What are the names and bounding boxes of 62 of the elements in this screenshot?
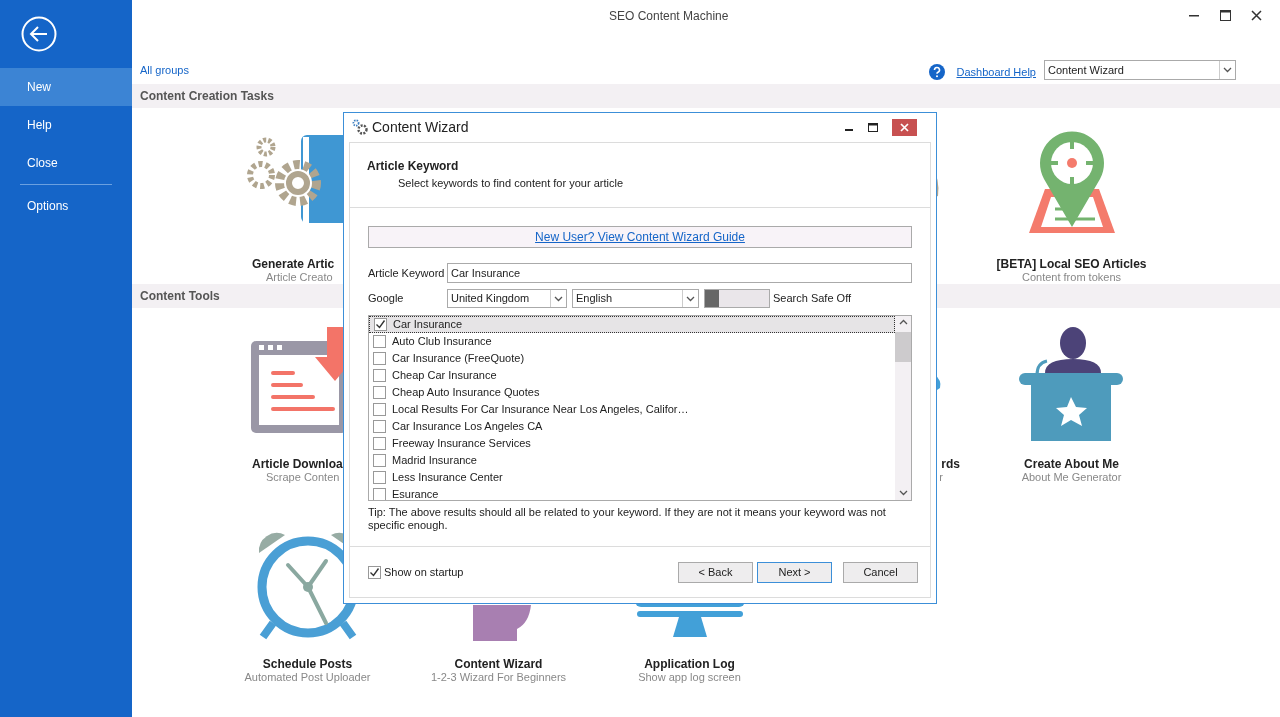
step-heading: Article Keyword <box>367 159 460 173</box>
list-item[interactable]: Car Insurance Los Angeles CA <box>369 418 895 435</box>
list-item[interactable]: Car Insurance (FreeQuote) <box>369 350 895 367</box>
sidebar-item[interactable]: New <box>0 68 132 106</box>
tile-subtitle: Article Creato <box>266 271 333 284</box>
tip-text: Tip: The above results should all be related to your keyword. If they are not it means your keyword was not specific enough. <box>368 506 887 532</box>
list-item[interactable]: Car Insurance <box>369 316 895 333</box>
tile-title[interactable]: Create About Me <box>1024 457 1119 471</box>
list-item[interactable]: Madrid Insurance <box>369 452 895 469</box>
dialog-button[interactable]: Next > <box>757 561 832 583</box>
tile-subtitle: Show app log screen <box>638 671 741 684</box>
list-item-label: Cheap Auto Insurance Quotes <box>392 385 540 401</box>
tile-title[interactable]: Generate Artic <box>252 257 335 271</box>
toggle-label: Search Safe Off <box>773 291 852 307</box>
list-item-label: Car Insurance <box>393 317 463 333</box>
dashboard-help-link[interactable]: Dashboard Help <box>956 63 1036 80</box>
list-item[interactable]: Cheap Auto Insurance Quotes <box>369 384 895 401</box>
tile-title[interactable]: Application Log <box>644 657 735 671</box>
tile-title[interactable]: Schedule Posts <box>262 657 353 671</box>
sidebar-item[interactable]: Help <box>0 106 132 144</box>
section-header: Content Creation Tasks <box>132 84 1280 108</box>
list-item[interactable]: Local Results For Car Insurance Near Los Angeles, Califor… <box>369 401 895 418</box>
keyword-field[interactable]: Car Insurance <box>447 263 912 283</box>
tile-subtitle: r <box>939 471 943 484</box>
tile-subtitle: About Me Generator <box>1021 471 1122 484</box>
guide-link[interactable]: New User? View Content Wizard Guide <box>535 228 745 246</box>
list-item[interactable]: Auto Club Insurance <box>369 333 895 350</box>
field-label: Article Keyword <box>368 265 446 281</box>
tile-title[interactable]: rds <box>941 457 960 471</box>
all-groups-link[interactable]: All groups <box>140 61 189 78</box>
dialog-button[interactable]: < Back <box>678 561 753 583</box>
list-item[interactable]: Esurance <box>369 486 895 500</box>
list-item-label: Cheap Car Insurance <box>392 368 497 384</box>
tile-title[interactable]: [BETA] Local SEO Articles <box>996 257 1147 271</box>
tile-subtitle: 1-2-3 Wizard For Beginners <box>430 671 567 684</box>
tile-subtitle: Automated Post Uploader <box>244 671 371 684</box>
country-dropdown[interactable]: United Kingdom <box>447 289 567 308</box>
list-item[interactable]: Less Insurance Center <box>369 469 895 486</box>
sidebar-item[interactable]: Close <box>0 144 132 182</box>
list-item-label: Local Results For Car Insurance Near Los Angeles, Califor… <box>392 402 689 418</box>
sidebar-item[interactable]: Options <box>0 187 132 225</box>
group-dropdown[interactable]: Content Wizard <box>1044 60 1236 80</box>
language-dropdown[interactable]: English <box>572 289 699 308</box>
list-item-label: Car Insurance Los Angeles CA <box>392 419 543 435</box>
dialog-button[interactable]: Cancel <box>843 561 918 583</box>
tile-subtitle: Scrape Conten <box>266 471 340 484</box>
list-item-label: Madrid Insurance <box>392 453 477 469</box>
list-item-label: Car Insurance (FreeQuote) <box>392 351 525 367</box>
field-label: Google <box>368 291 405 307</box>
dialog-title: Content Wizard <box>372 118 469 137</box>
list-item-label: Less Insurance Center <box>392 470 503 486</box>
checkbox-label: Show on startup <box>384 564 464 580</box>
tile-title[interactable]: Article Downloa <box>252 457 343 471</box>
list-item[interactable]: Cheap Car Insurance <box>369 367 895 384</box>
tile-title[interactable]: Content Wizard <box>454 657 543 671</box>
list-item[interactable]: Freeway Insurance Services <box>369 435 895 452</box>
tile-subtitle: Content from tokens <box>1021 271 1122 284</box>
list-item-label: Freeway Insurance Services <box>392 436 531 452</box>
list-item-label: Esurance <box>392 487 439 500</box>
step-description: Select keywords to find content for your article <box>398 176 624 190</box>
list-item-label: Auto Club Insurance <box>392 334 492 350</box>
window-title: SEO Content Machine <box>609 8 729 25</box>
